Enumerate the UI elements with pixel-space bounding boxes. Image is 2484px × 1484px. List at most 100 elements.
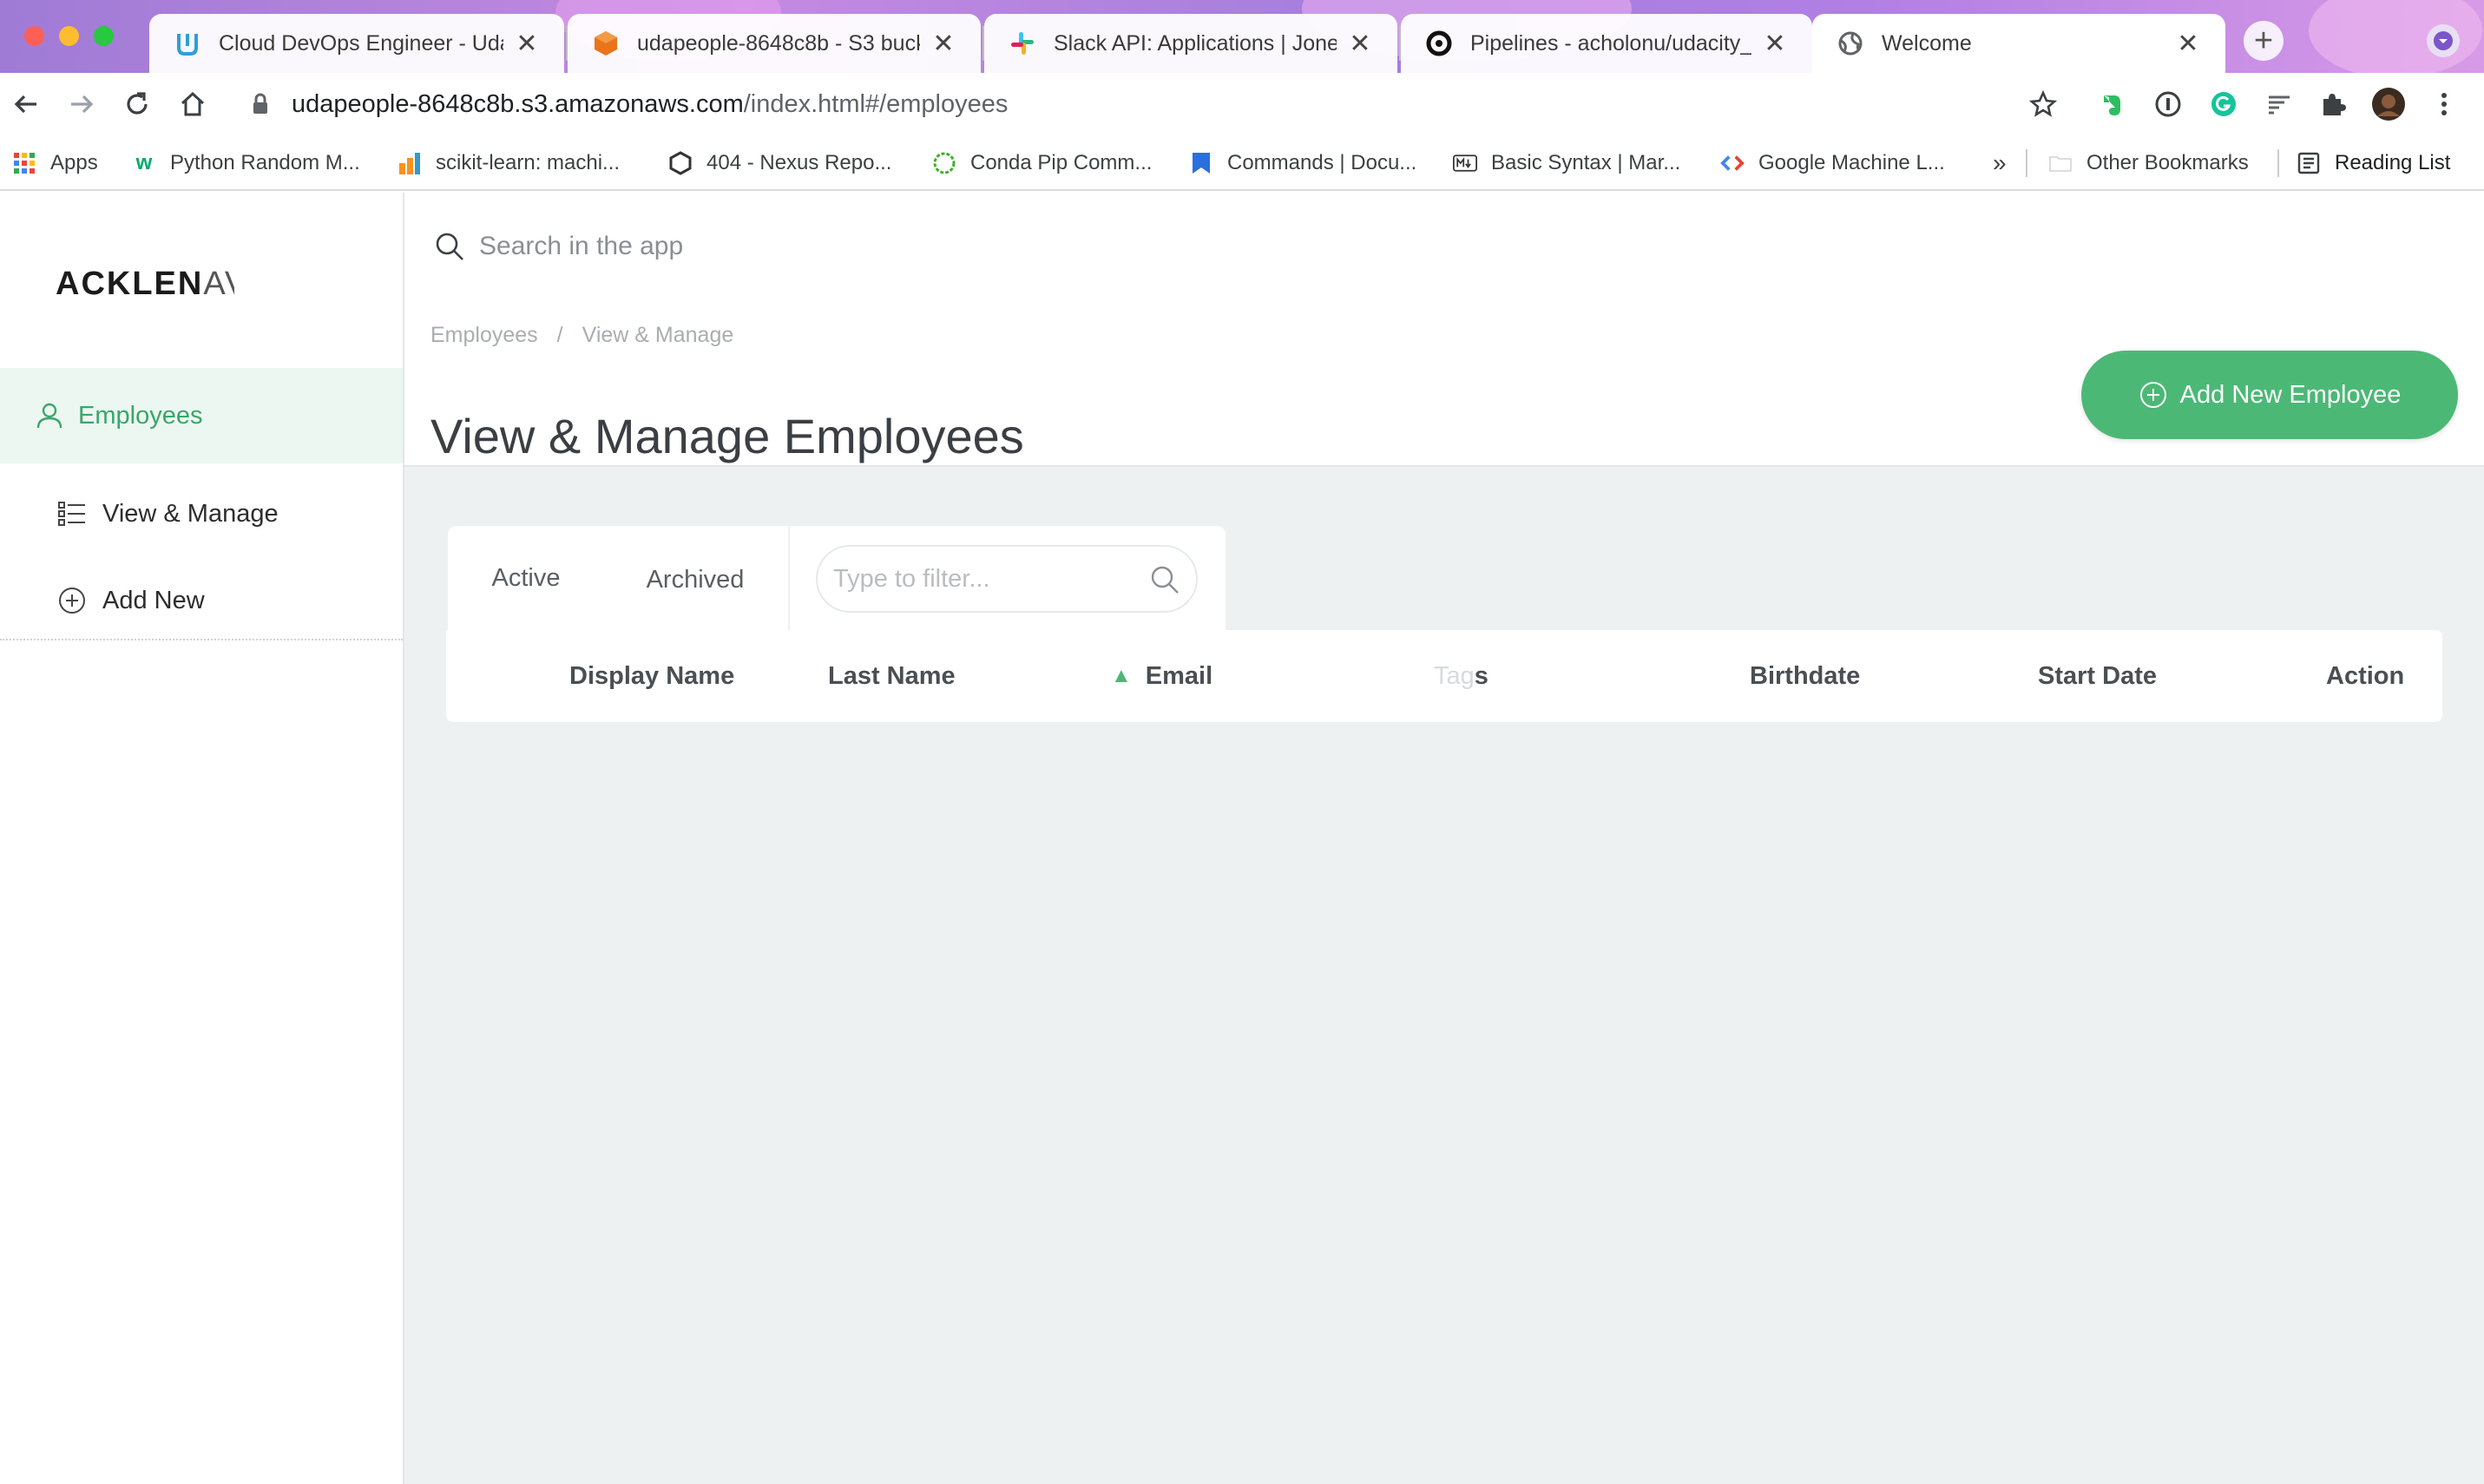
breadcrumb-separator: / — [556, 323, 563, 347]
app: ACKLENAV Employees View & Manage Add New — [0, 193, 2484, 1484]
tab-title: Pipelines - acholonu/udacity_c — [1470, 30, 1751, 56]
bookmark-google-ml[interactable]: Google Machine L... — [1720, 148, 1945, 179]
back-button[interactable] — [7, 85, 45, 123]
window-minimize-button[interactable] — [59, 26, 79, 46]
bookmark-nexus[interactable]: 404 - Nexus Repo... — [668, 148, 891, 179]
acklen-logo[interactable]: ACKLENAV — [56, 266, 234, 303]
tab-active[interactable]: Active — [448, 526, 604, 634]
column-last-name[interactable]: Last Name — [828, 630, 956, 722]
column-email[interactable]: ▲ Email — [1111, 630, 1212, 722]
sidebar-section-label: Employees — [78, 401, 203, 430]
main-content: Active Archived Type to filter... Displa… — [404, 467, 2484, 1484]
new-tab-button[interactable]: + — [2244, 21, 2284, 61]
extensions-button[interactable] — [2316, 87, 2350, 121]
add-button-label: Add New Employee — [2179, 380, 2402, 409]
close-tab-icon[interactable]: ✕ — [1762, 29, 1788, 59]
forward-button[interactable] — [62, 85, 101, 123]
reading-list[interactable]: Reading List — [2297, 148, 2450, 179]
logo-text-cut: AV — [203, 266, 234, 302]
plus-circle-icon — [57, 586, 87, 615]
url-host: udapeople-8648c8b.s3.amazonaws.com — [292, 89, 744, 118]
browser-tab-welcome[interactable]: Welcome ✕ — [1812, 14, 2225, 73]
bookmark-label: Apps — [50, 151, 98, 174]
app-search-input[interactable]: Search in the app — [434, 222, 1944, 271]
bookmark-label: Basic Syntax | Mar... — [1491, 151, 1681, 174]
tabs-divider — [788, 526, 790, 634]
window-zoom-button[interactable] — [94, 26, 114, 46]
arrow-right-icon — [71, 95, 94, 114]
bookmark-conda[interactable]: Conda Pip Comm... — [932, 148, 1152, 179]
sidebar-item-label: Add New — [102, 586, 205, 614]
bookmark-markdown[interactable]: Basic Syntax | Mar... — [1453, 148, 1680, 179]
bookmark-star-button[interactable] — [2026, 87, 2060, 121]
browser-menu-button[interactable] — [2427, 87, 2461, 121]
lock-icon — [252, 93, 269, 115]
address-bar[interactable]: udapeople-8648c8b.s3.amazonaws.com/index… — [234, 85, 2074, 123]
bookmarks-overflow-button[interactable]: » — [1993, 148, 2007, 179]
close-tab-icon[interactable]: ✕ — [1347, 29, 1373, 59]
tab-title: Slack API: Applications | Jones — [1054, 30, 1337, 56]
sidebar-item-add-new[interactable]: Add New — [0, 559, 403, 642]
tab-search-button[interactable] — [2427, 24, 2460, 57]
kebab-menu-icon — [2441, 93, 2447, 115]
avatar-icon — [2372, 88, 2405, 121]
close-tab-icon[interactable]: ✕ — [930, 29, 956, 59]
close-tab-icon[interactable]: ✕ — [514, 29, 540, 59]
star-icon — [2029, 90, 2057, 117]
tab-archived[interactable]: Archived — [604, 526, 786, 634]
bookmark-apps[interactable]: Apps — [12, 148, 98, 179]
tab-title: Welcome — [1882, 30, 1972, 56]
plus-circle-icon — [2139, 380, 2168, 410]
user-icon — [35, 401, 64, 430]
bookmark-python-random[interactable]: w Python Random M... — [132, 148, 360, 179]
udacity-icon — [174, 30, 201, 57]
browser-tab-udacity[interactable]: Cloud DevOps Engineer - Udac ✕ — [149, 14, 564, 73]
logo-text: ACKLEN — [56, 266, 204, 302]
breadcrumb-employees[interactable]: Employees — [430, 323, 538, 348]
reader-extension[interactable] — [2262, 87, 2297, 121]
onepassword-extension[interactable] — [2151, 87, 2185, 121]
reading-list-icon — [2297, 151, 2321, 175]
column-tags[interactable]: Tag s — [1434, 630, 1488, 722]
grammarly-icon — [2211, 92, 2236, 116]
page-title: View & Manage Employees — [430, 408, 1024, 463]
breadcrumb: Employees / View & Manage — [430, 323, 733, 348]
markdown-icon — [1453, 151, 1477, 175]
sidebar: ACKLENAV Employees View & Manage Add New — [0, 193, 404, 1484]
sidebar-section-employees[interactable]: Employees — [0, 368, 403, 463]
add-new-employee-button[interactable]: Add New Employee — [2081, 351, 2458, 439]
profile-avatar-button[interactable] — [2371, 87, 2406, 121]
grammarly-extension[interactable] — [2206, 87, 2241, 121]
circleci-icon — [1425, 30, 1453, 57]
reload-button[interactable] — [118, 85, 156, 123]
search-icon — [1149, 564, 1180, 595]
slack-icon — [1009, 30, 1036, 57]
column-action: Action — [2326, 661, 2405, 690]
other-bookmarks[interactable]: Other Bookmarks — [2048, 148, 2249, 179]
column-label-faint: Tag — [1434, 661, 1475, 690]
reload-icon — [127, 92, 148, 115]
list-icon — [57, 499, 87, 529]
filter-input[interactable]: Type to filter... — [816, 545, 1198, 613]
folder-icon — [2048, 151, 2073, 175]
text-lines-icon — [2269, 95, 2290, 115]
browser-tab-circleci[interactable]: Pipelines - acholonu/udacity_c ✕ — [1401, 14, 1812, 73]
column-birthdate[interactable]: Birthdate — [1750, 630, 1860, 722]
nexus-icon — [668, 151, 693, 175]
close-tab-icon[interactable]: ✕ — [2175, 29, 2201, 59]
bookmark-commands[interactable]: Commands | Docu... — [1189, 148, 1416, 179]
home-icon — [181, 91, 205, 116]
evernote-extension[interactable] — [2093, 87, 2128, 121]
bookmarks-bar: Apps w Python Random M... scikit-learn: … — [0, 135, 2484, 191]
bookmark-label: Other Bookmarks — [2086, 151, 2249, 174]
bookmark-label: Conda Pip Comm... — [970, 151, 1153, 174]
browser-tab-slack[interactable]: Slack API: Applications | Jones ✕ — [984, 14, 1397, 73]
arrow-left-icon — [14, 95, 36, 114]
bookmark-scikit-learn[interactable]: scikit-learn: machi... — [398, 148, 620, 179]
browser-tab-s3[interactable]: udapeople-8648c8b - S3 buck ✕ — [568, 14, 981, 73]
window-close-button[interactable] — [24, 26, 44, 46]
column-display-name[interactable]: Display Name — [569, 630, 734, 722]
column-start-date[interactable]: Start Date — [2038, 630, 2157, 722]
home-button[interactable] — [174, 85, 212, 123]
sidebar-item-view-manage[interactable]: View & Manage — [0, 472, 403, 555]
